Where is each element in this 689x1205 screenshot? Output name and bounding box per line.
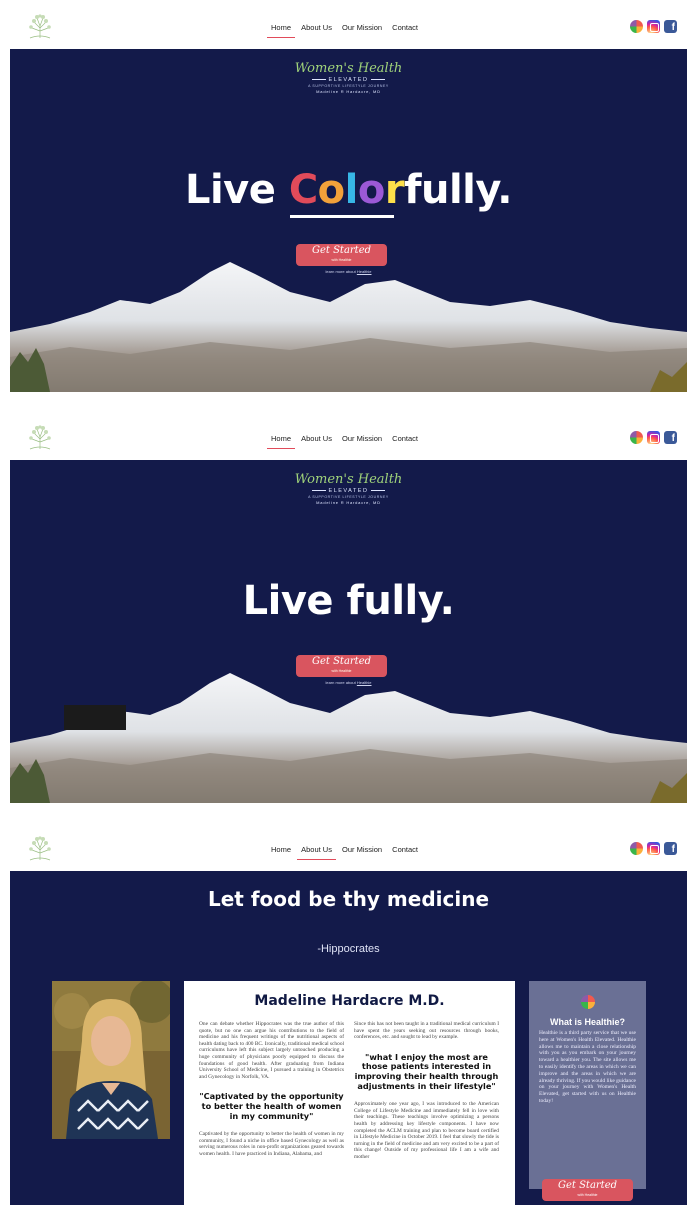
instagram-icon[interactable] [647, 842, 660, 855]
bio-card: Madeline Hardacre M.D. One can debate wh… [184, 981, 515, 1205]
hero-section: Women's Health ELEVATED A SUPPORTIVE LIF… [10, 460, 687, 803]
cta-sub: with Healthie [577, 1193, 598, 1197]
nav-contact[interactable]: Contact [391, 434, 419, 443]
header: Home About Us Our Mission Contact f [0, 0, 689, 49]
social-links: f [630, 20, 677, 35]
social-links: f [630, 431, 677, 446]
hero-headline: Live fully. [242, 578, 455, 624]
color-letter: o [317, 167, 345, 213]
hero-headline: Live Colorfully. [10, 167, 687, 213]
brand-tagline: A SUPPORTIVE LIFESTYLE JOURNEY [308, 495, 389, 499]
headline-pre: Live [184, 167, 289, 213]
healthie-icon[interactable] [630, 431, 643, 444]
main-nav: Home About Us Our Mission Contact [0, 845, 689, 860]
nav-our-mission[interactable]: Our Mission [341, 23, 383, 32]
color-letter: C [288, 167, 318, 213]
bio-paragraph: Since this has not been taught in a trad… [354, 1021, 499, 1041]
main-nav: Home About Us Our Mission Contact [0, 23, 689, 38]
nav-contact[interactable]: Contact [391, 845, 419, 854]
brand-script: Women's Health [294, 472, 403, 487]
nav-about-us[interactable]: About Us [300, 23, 333, 32]
header: Home About Us Our Mission Contact f [0, 411, 689, 460]
brand-elevated: ELEVATED [10, 77, 687, 83]
mountain-image [10, 262, 687, 392]
healthie-icon[interactable] [630, 842, 643, 855]
brand-logo[interactable]: Women's Health ELEVATED A SUPPORTIVE LIF… [10, 61, 687, 94]
healthie-icon[interactable] [630, 20, 643, 33]
color-letter: r [384, 167, 405, 213]
nav-home[interactable]: Home [266, 23, 296, 38]
bio-paragraph: One can debate whether Hippocrates was t… [199, 1021, 345, 1080]
bio-title: Madeline Hardacre M.D. [254, 993, 445, 1009]
main-nav: Home About Us Our Mission Contact [0, 434, 689, 449]
mountain-image [10, 673, 687, 803]
nav-about-us[interactable]: About Us [297, 845, 336, 860]
nav-home[interactable]: Home [270, 845, 292, 854]
color-letter: o [357, 167, 385, 213]
brand-logo[interactable]: Women's Health ELEVATED A SUPPORTIVE LIF… [10, 472, 687, 505]
brand-name: Madeline R Hardacre, MD [316, 89, 381, 94]
bio-pull-quote: "Captivated by the opportunity to better… [199, 1091, 344, 1121]
headline-underline [290, 215, 394, 218]
screen-about: Home About Us Our Mission Contact f Let … [0, 822, 689, 1205]
bio-column-right: Since this has not been taught in a trad… [354, 1021, 499, 1161]
facebook-icon[interactable]: f [664, 20, 677, 33]
brand-name: Madeline R Hardacre, MD [316, 500, 381, 505]
healthie-title: What is Healthie? [549, 1017, 625, 1027]
quote-title: Let food be thy medicine [207, 887, 490, 911]
cta-label: Get Started [557, 1180, 618, 1191]
healthie-text: Healthie is a third party service that w… [539, 1030, 636, 1104]
healthie-logo-icon [580, 995, 595, 1009]
bio-paragraph: Captivated by the opportunity to better … [199, 1131, 344, 1157]
headline-post: fully. [404, 167, 512, 213]
bio-pull-quote: "what I enjoy the most are those patient… [354, 1051, 499, 1091]
instagram-icon[interactable] [647, 20, 660, 33]
hero-section: Women's Health ELEVATED A SUPPORTIVE LIF… [10, 49, 687, 392]
color-letter: l [344, 167, 359, 213]
header: Home About Us Our Mission Contact f [0, 822, 689, 871]
nav-our-mission[interactable]: Our Mission [341, 845, 383, 854]
brand-tagline: A SUPPORTIVE LIFESTYLE JOURNEY [308, 84, 389, 88]
nav-about-us[interactable]: About Us [300, 434, 333, 443]
about-section: Let food be thy medicine -Hippocrates Ma… [10, 871, 687, 1205]
screen-colorfully: Home About Us Our Mission Contact f Wome… [0, 0, 689, 392]
screen-live-fully: Home About Us Our Mission Contact f Wome… [0, 411, 689, 803]
quote-author: -Hippocrates [317, 943, 380, 955]
headline-color-word: Color [288, 167, 405, 213]
healthie-panel: What is Healthie? Healthie is a third pa… [529, 981, 646, 1189]
facebook-icon[interactable]: f [664, 431, 677, 444]
nav-contact[interactable]: Contact [391, 23, 419, 32]
bio-paragraph: Approximately one year ago, I was introd… [354, 1101, 499, 1160]
portrait-photo [52, 981, 170, 1139]
overlay-box [64, 705, 126, 730]
nav-home[interactable]: Home [266, 434, 296, 449]
bio-column-left: One can debate whether Hippocrates was t… [199, 1021, 344, 1161]
get-started-button[interactable]: Get Started with Healthie [542, 1179, 633, 1201]
facebook-icon[interactable]: f [664, 842, 677, 855]
social-links: f [630, 842, 677, 857]
nav-our-mission[interactable]: Our Mission [341, 434, 383, 443]
instagram-icon[interactable] [647, 431, 660, 444]
cta-label: Get Started [311, 245, 372, 256]
cta-label: Get Started [311, 656, 372, 667]
brand-script: Women's Health [294, 61, 403, 76]
brand-elevated: ELEVATED [10, 488, 687, 494]
